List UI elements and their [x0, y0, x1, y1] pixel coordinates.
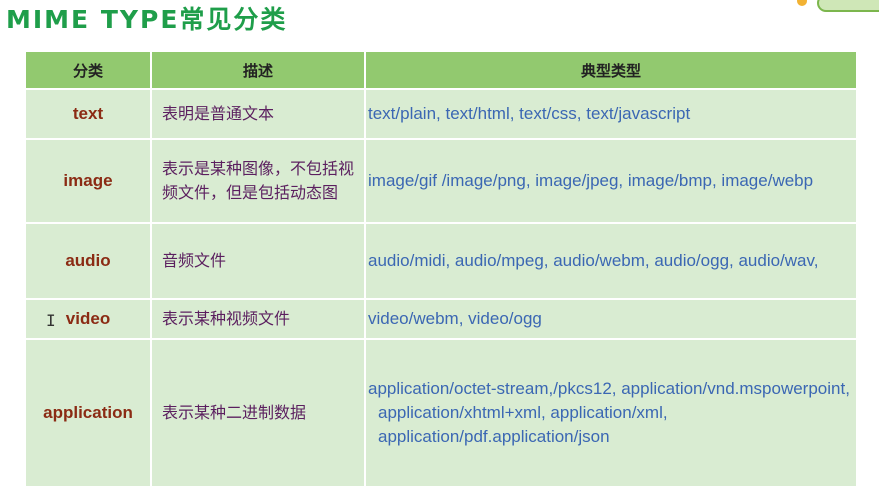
types-cell: image/gif /image/png, image/jpeg, image/…	[364, 138, 858, 224]
category-cell: video	[24, 298, 152, 340]
table-row: video 表示某种视频文件 video/webm, video/ogg	[24, 298, 858, 340]
table-row: audio 音频文件 audio/midi, audio/mpeg, audio…	[24, 222, 858, 300]
description-cell: 表示是某种图像，不包括视频文件，但是包括动态图	[150, 138, 366, 224]
description-cell: 表示某种视频文件	[150, 298, 366, 340]
header-types: 典型类型	[364, 50, 858, 90]
header-description: 描述	[150, 50, 366, 90]
types-cell: audio/midi, audio/mpeg, audio/webm, audi…	[364, 222, 858, 300]
page-title: MIME TYPE常见分类	[6, 5, 288, 34]
types-cell: video/webm, video/ogg	[364, 298, 858, 340]
description-cell: 表示某种二进制数据	[150, 338, 366, 488]
category-cell: audio	[24, 222, 152, 300]
types-cell: text/plain, text/html, text/css, text/ja…	[364, 88, 858, 140]
types-text: image/gif /image/png, image/jpeg, image/…	[368, 171, 814, 190]
description-cell: 音频文件	[150, 222, 366, 300]
category-cell: text	[24, 88, 152, 140]
table-header-row: 分类 描述 典型类型	[24, 50, 858, 90]
types-cell: application/octet-stream,/pkcs12, applic…	[364, 338, 858, 488]
types-text: text/plain, text/html, text/css, text/ja…	[368, 104, 691, 123]
logo	[817, 0, 879, 12]
category-cell: image	[24, 138, 152, 224]
text-cursor-icon: I	[46, 311, 56, 330]
table-row: application 表示某种二进制数据 application/octet-…	[24, 338, 858, 488]
types-text: video/webm, video/ogg	[368, 309, 542, 328]
logo-icon	[797, 0, 807, 6]
mime-type-table: 分类 描述 典型类型 text 表明是普通文本 text/plain, text…	[24, 50, 858, 488]
description-cell: 表明是普通文本	[150, 88, 366, 140]
table-row: image 表示是某种图像，不包括视频文件，但是包括动态图 image/gif …	[24, 138, 858, 224]
table-row: text 表明是普通文本 text/plain, text/html, text…	[24, 88, 858, 140]
types-text: audio/midi, audio/mpeg, audio/webm, audi…	[368, 251, 819, 270]
header-category: 分类	[24, 50, 152, 90]
category-cell: application	[24, 338, 152, 488]
types-text: application/octet-stream,/pkcs12, applic…	[368, 379, 850, 446]
